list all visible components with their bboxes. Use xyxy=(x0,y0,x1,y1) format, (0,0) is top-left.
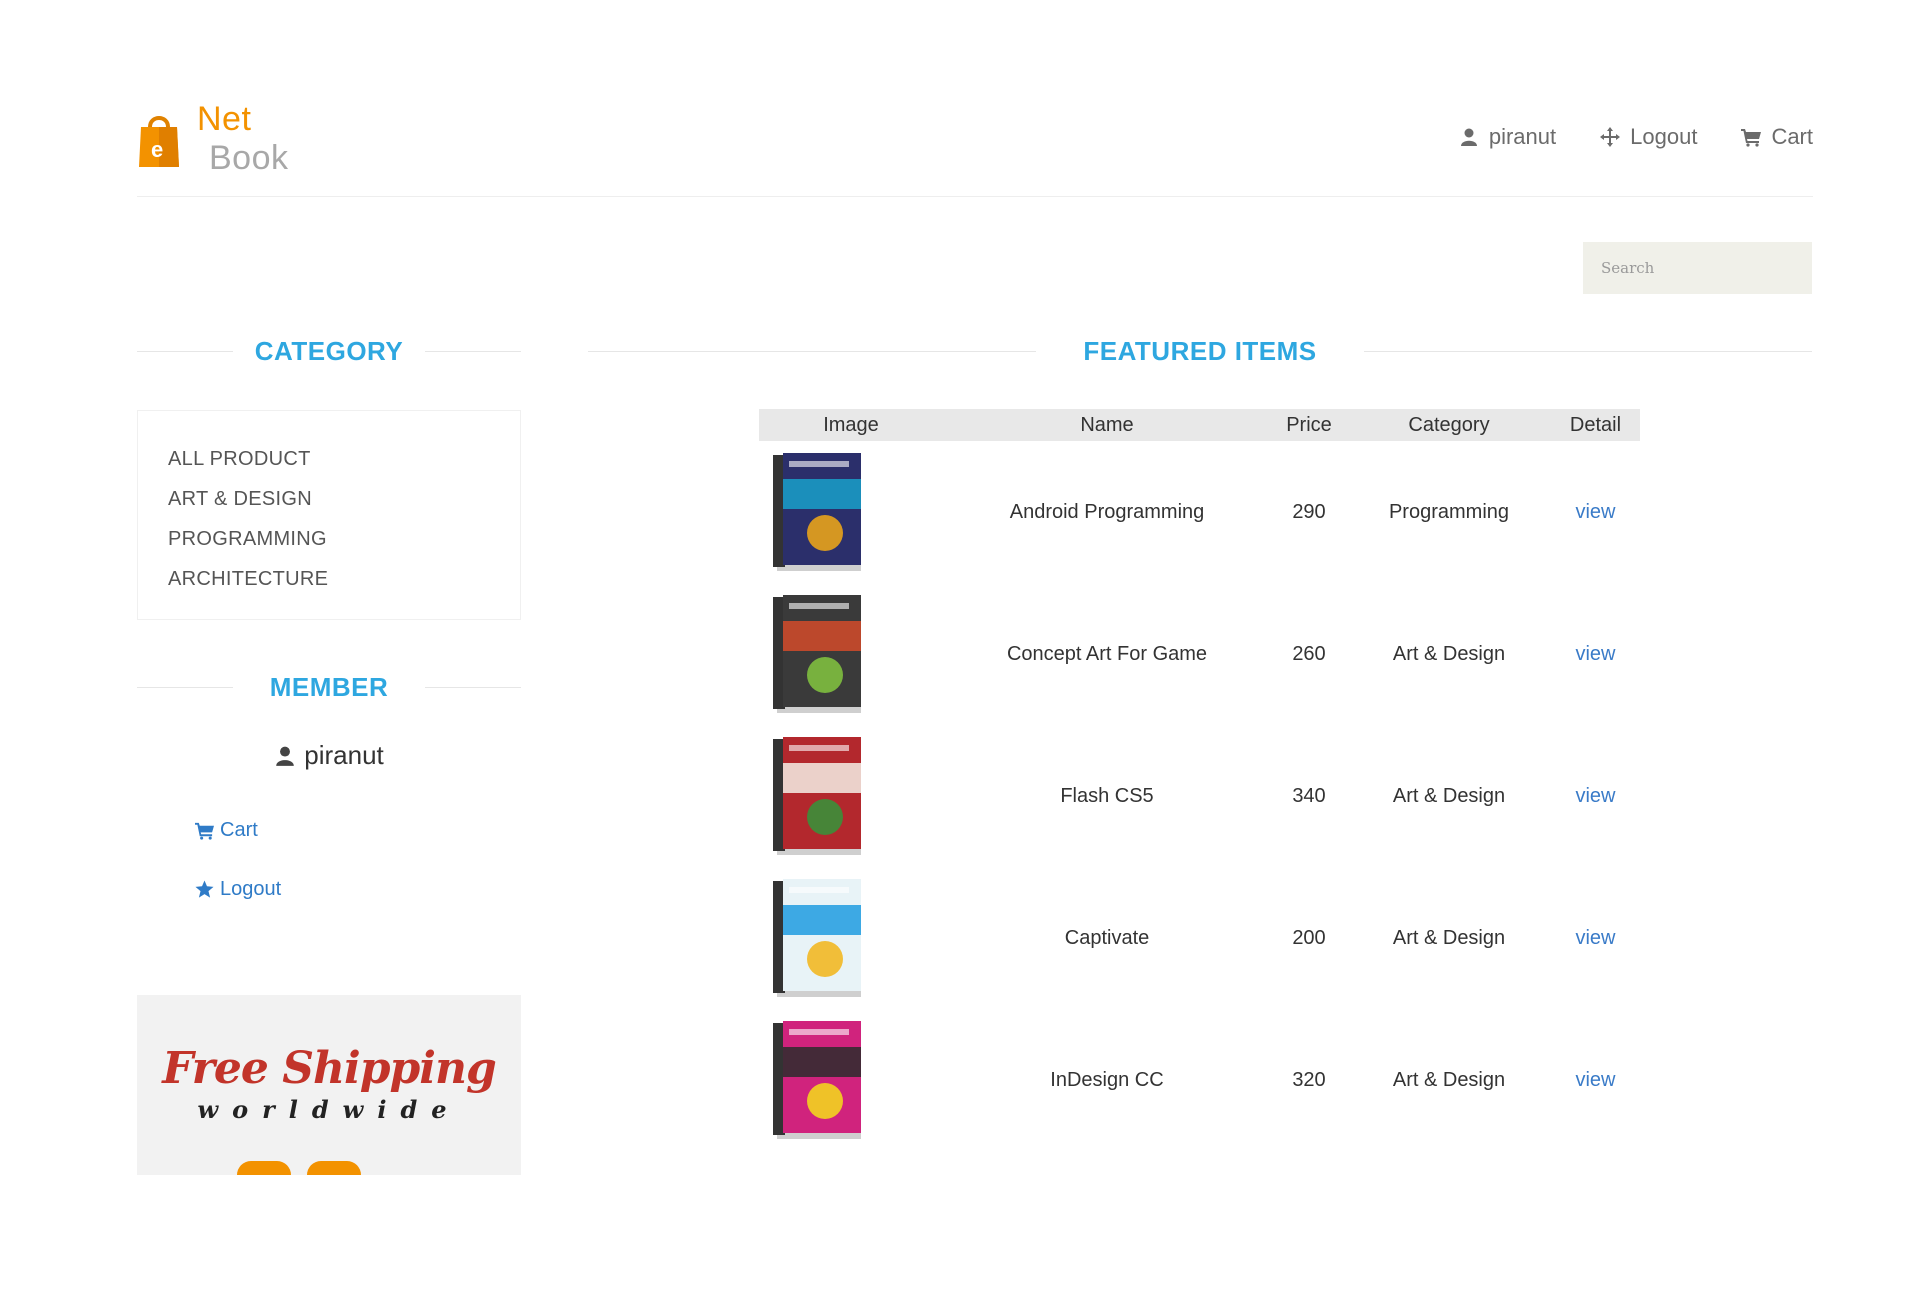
category-item-art-design[interactable]: ART & DESIGN xyxy=(168,479,520,519)
cart-icon xyxy=(195,822,214,840)
table-row: InDesign CC 320 Art & Design view xyxy=(759,1009,1640,1151)
detail-cell: view xyxy=(1551,1009,1640,1151)
category-item-programming[interactable]: PROGRAMMING xyxy=(168,519,520,559)
book-cover-image[interactable] xyxy=(771,1017,867,1143)
book-image-cell xyxy=(759,441,943,583)
book-price: 340 xyxy=(1292,784,1326,807)
view-link[interactable]: view xyxy=(1575,643,1615,665)
top-nav-user-label: piranut xyxy=(1488,124,1557,149)
detail-cell: view xyxy=(1551,583,1640,725)
search-input[interactable] xyxy=(1599,258,1798,278)
member-cart-link[interactable]: Cart xyxy=(195,819,258,842)
table-row: Captivate 200 Art & Design view xyxy=(759,867,1640,1009)
featured-title: FEATURED ITEMS xyxy=(1083,336,1317,366)
member-cart-label: Cart xyxy=(220,819,258,841)
category-title: CATEGORY xyxy=(254,336,404,366)
book-name: Android Programming xyxy=(1009,500,1205,523)
category-heading: CATEGORY xyxy=(137,336,521,367)
star-icon xyxy=(195,880,214,898)
book-price: 320 xyxy=(1292,1068,1326,1091)
book-price: 200 xyxy=(1292,926,1326,949)
column-header-name: Name xyxy=(943,409,1271,441)
ad-subline: worldwide xyxy=(197,1095,461,1124)
category-item-architecture[interactable]: ARCHITECTURE xyxy=(168,559,520,599)
view-link[interactable]: view xyxy=(1575,1069,1615,1091)
ad-headline: Free Shipping xyxy=(162,1043,496,1094)
book-cover-image[interactable] xyxy=(771,591,867,717)
free-shipping-banner[interactable]: Free Shipping worldwide xyxy=(137,995,521,1175)
book-image-cell xyxy=(759,583,943,725)
top-nav-cart[interactable]: Cart xyxy=(1741,124,1813,150)
featured-heading: FEATURED ITEMS xyxy=(588,336,1812,367)
book-cover-image[interactable] xyxy=(771,875,867,1001)
book-name: InDesign CC xyxy=(1050,1068,1164,1091)
heading-rule xyxy=(425,687,521,688)
top-nav-user[interactable]: piranut xyxy=(1459,124,1556,150)
heading-rule xyxy=(588,351,1036,352)
book-price: 260 xyxy=(1292,642,1326,665)
book-category: Art & Design xyxy=(1392,926,1506,949)
member-title: MEMBER xyxy=(269,672,389,702)
column-header-category: Category xyxy=(1347,409,1551,441)
table-header-row: Image Name Price Category Detail xyxy=(759,409,1640,441)
detail-cell: view xyxy=(1551,867,1640,1009)
logo-text: Net Book xyxy=(197,100,289,178)
book-cover-image[interactable] xyxy=(771,449,867,575)
top-nav: piranut Logout Cart xyxy=(1459,124,1813,150)
book-name: Concept Art For Game xyxy=(1006,642,1208,665)
category-item-all-product[interactable]: ALL PRODUCT xyxy=(168,439,520,479)
member-name: piranut xyxy=(304,740,384,770)
book-image-cell xyxy=(759,867,943,1009)
user-icon xyxy=(1460,128,1477,146)
table-row: Concept Art For Game 260 Art & Design vi… xyxy=(759,583,1640,725)
page: e NetBook piranut Logout Cart CATEGORY xyxy=(0,0,1920,1300)
member-user: piranut xyxy=(137,740,521,771)
member-logout-link[interactable]: Logout xyxy=(195,878,281,901)
member-heading: MEMBER xyxy=(137,672,521,703)
svg-text:e: e xyxy=(151,137,163,162)
view-link[interactable]: view xyxy=(1575,501,1615,523)
book-category: Art & Design xyxy=(1392,642,1506,665)
heading-rule xyxy=(1364,351,1812,352)
column-header-detail: Detail xyxy=(1551,409,1640,441)
category-list: ALL PRODUCT ART & DESIGN PROGRAMMING ARC… xyxy=(137,410,521,620)
book-category: Art & Design xyxy=(1392,1068,1506,1091)
table-row: Android Programming 290 Programming view xyxy=(759,441,1640,583)
book-image-cell xyxy=(759,725,943,867)
view-link[interactable]: view xyxy=(1575,927,1615,949)
ad-cropped-text xyxy=(237,1161,421,1175)
heading-rule xyxy=(137,351,233,352)
heading-rule xyxy=(425,351,521,352)
column-header-price: Price xyxy=(1271,409,1347,441)
book-name: Captivate xyxy=(1064,926,1150,949)
book-image-cell xyxy=(759,1009,943,1151)
column-header-image: Image xyxy=(759,409,943,441)
top-nav-logout[interactable]: Logout xyxy=(1600,124,1697,150)
user-icon xyxy=(276,746,295,766)
detail-cell: view xyxy=(1551,725,1640,867)
book-cover-image[interactable] xyxy=(771,733,867,859)
book-category: Programming xyxy=(1388,500,1510,523)
book-name: Flash CS5 xyxy=(1060,784,1154,807)
detail-cell: view xyxy=(1551,441,1640,583)
logo[interactable]: e Net Book xyxy=(137,100,289,177)
logo-book: Book xyxy=(209,139,289,177)
shopping-bag-logo-icon: e xyxy=(139,116,179,167)
table-row: Flash CS5 340 Art & Design view xyxy=(759,725,1640,867)
page-crop-mask xyxy=(0,1175,1920,1300)
crosshair-icon xyxy=(1600,127,1621,147)
logo-net: Net xyxy=(197,100,252,138)
header-divider xyxy=(137,196,1813,197)
member-logout-label: Logout xyxy=(220,878,282,900)
cart-icon xyxy=(1741,129,1762,147)
view-link[interactable]: view xyxy=(1575,785,1615,807)
top-nav-logout-label: Logout xyxy=(1630,124,1698,149)
heading-rule xyxy=(137,687,233,688)
book-price: 290 xyxy=(1292,500,1326,523)
top-nav-cart-label: Cart xyxy=(1771,124,1813,149)
featured-items-table: Image Name Price Category Detail Android… xyxy=(759,409,1640,1151)
search-box xyxy=(1583,242,1812,294)
book-category: Art & Design xyxy=(1392,784,1506,807)
